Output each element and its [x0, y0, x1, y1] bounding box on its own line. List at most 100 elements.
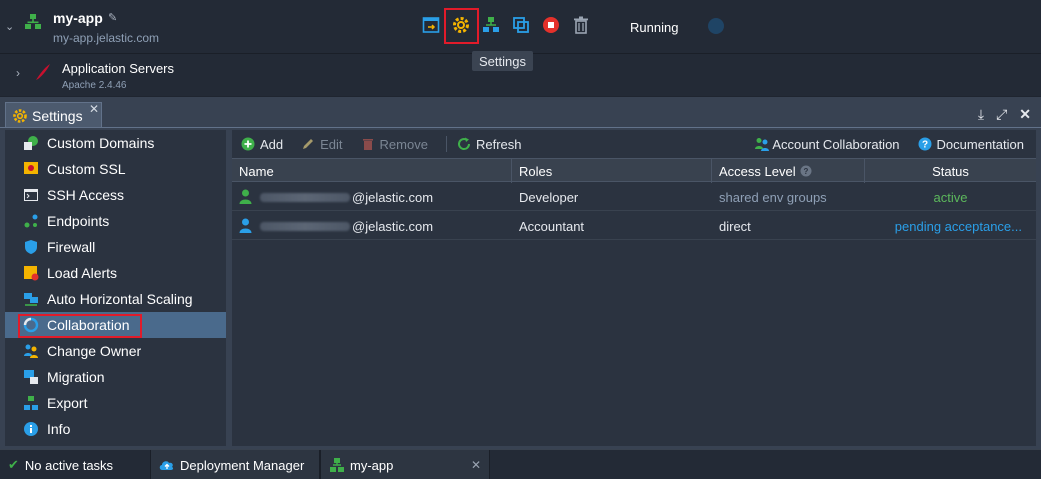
sidebar-item-label: Custom SSL — [47, 161, 126, 177]
column-header-status[interactable]: Status — [865, 159, 1036, 183]
collapse-chevron-icon[interactable]: ⌄ — [5, 20, 15, 33]
bottom-taskbar: ✔ No active tasks Deployment Manager my-… — [0, 449, 1041, 479]
svg-text:?: ? — [803, 167, 808, 176]
settings-tooltip: Settings — [472, 51, 533, 71]
expand-chevron-icon[interactable]: › — [16, 66, 20, 80]
sidebar-item-firewall[interactable]: Firewall — [5, 234, 226, 260]
sidebar-item-label: Load Alerts — [47, 265, 118, 281]
user-icon — [239, 189, 252, 204]
status-cell[interactable]: pending acceptance... — [865, 212, 1036, 240]
collaborator-name-cell: @jelastic.com — [232, 212, 512, 240]
sidebar-item-change-owner[interactable]: Change Owner — [5, 338, 226, 364]
pencil-icon — [303, 139, 314, 149]
settings-highlight-box — [444, 8, 479, 44]
redacted-email — [260, 221, 350, 231]
sidebar-item-auto-horizontal-scaling[interactable]: Auto Horizontal Scaling — [5, 286, 226, 312]
add-button[interactable]: Add — [241, 137, 283, 152]
shield-icon — [22, 238, 40, 256]
access-level-label: Access Level — [719, 163, 796, 179]
tasks-indicator[interactable]: ✔ No active tasks — [0, 450, 150, 479]
sidebar-item-label: Auto Horizontal Scaling — [47, 291, 193, 307]
settings-sidebar: Custom Domains Custom SSL SSH Access End… — [5, 130, 226, 446]
sidebar-item-custom-domains[interactable]: Custom Domains — [5, 130, 226, 156]
maximize-icon[interactable]: ⤢ — [996, 106, 1007, 123]
account-collaboration-button[interactable]: Account Collaboration — [754, 136, 900, 152]
sidebar-item-label: Change Owner — [47, 343, 142, 359]
pencil-icon[interactable]: ✎ — [108, 11, 117, 24]
account-collaboration-label: Account Collaboration — [772, 136, 900, 152]
users-icon — [755, 138, 770, 151]
column-header-name[interactable]: Name — [232, 159, 512, 183]
ssl-certificate-icon — [22, 160, 40, 178]
sidebar-item-label: Custom Domains — [47, 135, 155, 151]
refresh-icon — [457, 137, 470, 150]
info-icon — [22, 420, 40, 438]
table-row[interactable]: @jelastic.com Accountant direct pending … — [232, 212, 1036, 240]
tab-settings-label: Settings — [32, 107, 83, 124]
access-level-cell: shared env groups — [719, 189, 827, 205]
sidebar-item-ssh-access[interactable]: SSH Access — [5, 182, 226, 208]
sidebar-item-migration[interactable]: Migration — [5, 364, 226, 390]
deployment-manager-label: Deployment Manager — [180, 457, 305, 473]
tasks-label: No active tasks — [24, 457, 114, 473]
sidebar-item-label: Export — [47, 395, 88, 411]
table-header: Name Roles Access Level ? Status — [232, 158, 1036, 183]
tab-deployment-manager[interactable]: Deployment Manager — [150, 450, 320, 479]
environment-url[interactable]: my-app.jelastic.com — [53, 31, 159, 45]
download-icon[interactable]: ⤓ — [978, 106, 984, 123]
documentation-button[interactable]: ? Documentation — [918, 137, 1024, 152]
change-topology-icon[interactable] — [481, 15, 501, 35]
email-domain: @jelastic.com — [352, 189, 434, 205]
tab-settings[interactable]: Settings — [5, 102, 102, 128]
environment-topology-icon — [330, 458, 344, 472]
sidebar-item-label: Collaboration — [47, 317, 130, 333]
region-globe-icon[interactable] — [708, 18, 724, 34]
toolbar-separator — [445, 136, 447, 152]
close-tab-icon[interactable]: ✕ — [89, 102, 99, 116]
status-cell: active — [933, 189, 968, 205]
table-row[interactable]: @jelastic.com Developer shared env group… — [232, 183, 1036, 211]
scaling-icon — [22, 290, 40, 308]
sidebar-item-label: Endpoints — [47, 213, 110, 229]
checkmark-icon: ✔ — [8, 457, 19, 472]
edit-button[interactable]: Edit — [301, 137, 343, 152]
sidebar-item-load-alerts[interactable]: Load Alerts — [5, 260, 226, 286]
collaborator-name-cell: @jelastic.com — [232, 183, 512, 211]
remove-button[interactable]: Remove — [361, 137, 428, 152]
environment-tab-label: my-app — [350, 457, 394, 473]
collaboration-icon — [22, 316, 40, 334]
user-icon — [239, 218, 252, 233]
cloud-upload-icon — [159, 461, 174, 470]
app-root: ⌄ my-app ✎ my-app.jelastic.com Running ›… — [0, 0, 1041, 479]
svg-text:?: ? — [921, 140, 927, 151]
refresh-button[interactable]: Refresh — [457, 137, 522, 152]
change-owner-icon — [22, 342, 40, 360]
redacted-email — [260, 192, 350, 202]
environment-status: Running — [630, 20, 679, 35]
tab-environment[interactable]: my-app ✕ — [320, 450, 490, 479]
column-header-roles[interactable]: Roles — [512, 159, 712, 183]
access-level-cell: direct — [719, 218, 751, 234]
environment-name[interactable]: my-app — [53, 10, 103, 26]
open-in-browser-icon[interactable] — [421, 15, 441, 35]
sidebar-item-export[interactable]: Export — [5, 390, 226, 416]
email-domain: @jelastic.com — [352, 218, 434, 234]
sidebar-item-endpoints[interactable]: Endpoints — [5, 208, 226, 234]
stop-environment-icon[interactable] — [541, 15, 561, 35]
help-icon[interactable]: ? — [800, 165, 812, 177]
delete-environment-icon[interactable] — [571, 15, 591, 35]
settings-panel: Settings ✕ ⤓ ⤢ ✕ Custom Domains Custom S… — [0, 97, 1041, 449]
sidebar-item-label: SSH Access — [47, 187, 125, 203]
add-label: Add — [260, 136, 284, 152]
terminal-icon — [22, 186, 40, 204]
close-icon[interactable]: ✕ — [1019, 106, 1031, 123]
settings-gear-icon — [13, 108, 27, 123]
documentation-label: Documentation — [936, 136, 1024, 152]
sidebar-item-info[interactable]: Info — [5, 416, 226, 442]
sidebar-item-custom-ssl[interactable]: Custom SSL — [5, 156, 226, 182]
environment-header: ⌄ my-app ✎ my-app.jelastic.com Running — [0, 0, 1041, 54]
column-header-access-level[interactable]: Access Level ? — [712, 159, 865, 183]
sidebar-item-collaboration[interactable]: Collaboration — [5, 312, 226, 338]
clone-environment-icon[interactable] — [511, 15, 531, 35]
close-tab-icon[interactable]: ✕ — [471, 458, 481, 472]
